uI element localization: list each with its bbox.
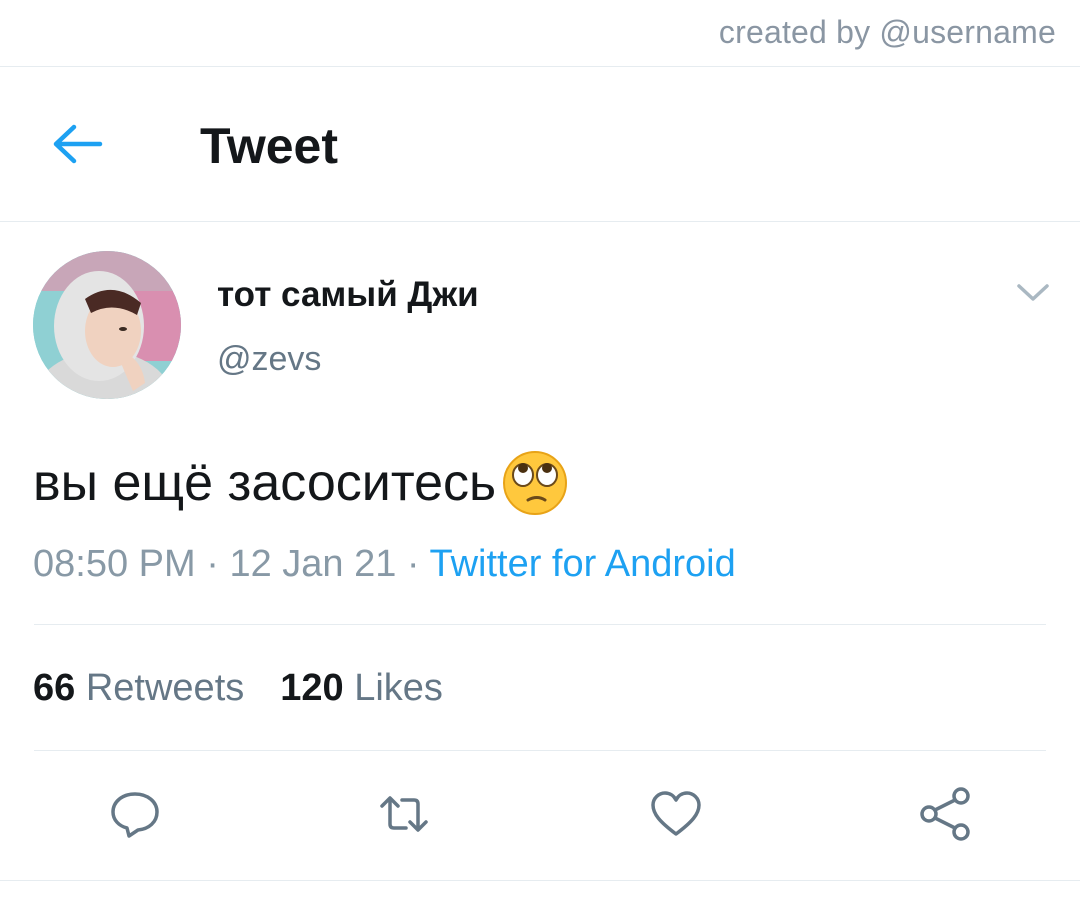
divider (0, 880, 1080, 881)
avatar[interactable] (33, 251, 181, 399)
tweet-meta: 08:50 PM · 12 Jan 21 · Twitter for Andro… (33, 543, 736, 586)
more-options-button[interactable] (1014, 280, 1052, 304)
retweets-label: Retweets (85, 667, 245, 709)
tweet-stats: 66 Retweets 120 Likes (33, 667, 443, 710)
meta-separator: · (396, 543, 430, 585)
divider (0, 221, 1080, 222)
rolling-eyes-emoji-icon (500, 448, 570, 518)
divider (34, 624, 1046, 625)
tweet-text: вы ещё засоситесь (33, 454, 497, 512)
reply-button[interactable] (107, 786, 163, 842)
display-name[interactable]: тот самый Джи (217, 275, 479, 315)
arrow-left-icon (53, 124, 103, 164)
tweet-body: вы ещё засоситесь (33, 448, 570, 518)
top-bar: Tweet (0, 67, 1080, 221)
heart-icon (651, 791, 701, 836)
tweet-time: 08:50 PM (33, 543, 196, 585)
tweet-date: 12 Jan 21 (229, 543, 397, 585)
retweet-icon (380, 796, 428, 832)
meta-separator: · (195, 543, 230, 585)
watermark-credit: created by @username (718, 14, 1056, 50)
likes-stat[interactable]: 120 Likes (280, 667, 443, 709)
share-button[interactable] (917, 786, 973, 842)
tweet-source-link[interactable]: Twitter for Android (429, 543, 735, 585)
share-icon (920, 787, 970, 841)
retweets-stat[interactable]: 66 Retweets (33, 667, 244, 709)
comment-icon (111, 792, 159, 838)
retweet-button[interactable] (376, 786, 432, 842)
likes-count: 120 (280, 667, 344, 709)
back-button[interactable] (48, 119, 108, 169)
chevron-down-icon (1017, 284, 1049, 301)
divider (34, 750, 1046, 751)
avatar-image (33, 251, 181, 399)
page-title: Tweet (200, 118, 338, 174)
likes-label: Likes (354, 667, 443, 709)
user-handle[interactable]: @zevs (217, 340, 321, 379)
like-button[interactable] (648, 786, 704, 842)
retweets-count: 66 (33, 667, 76, 709)
